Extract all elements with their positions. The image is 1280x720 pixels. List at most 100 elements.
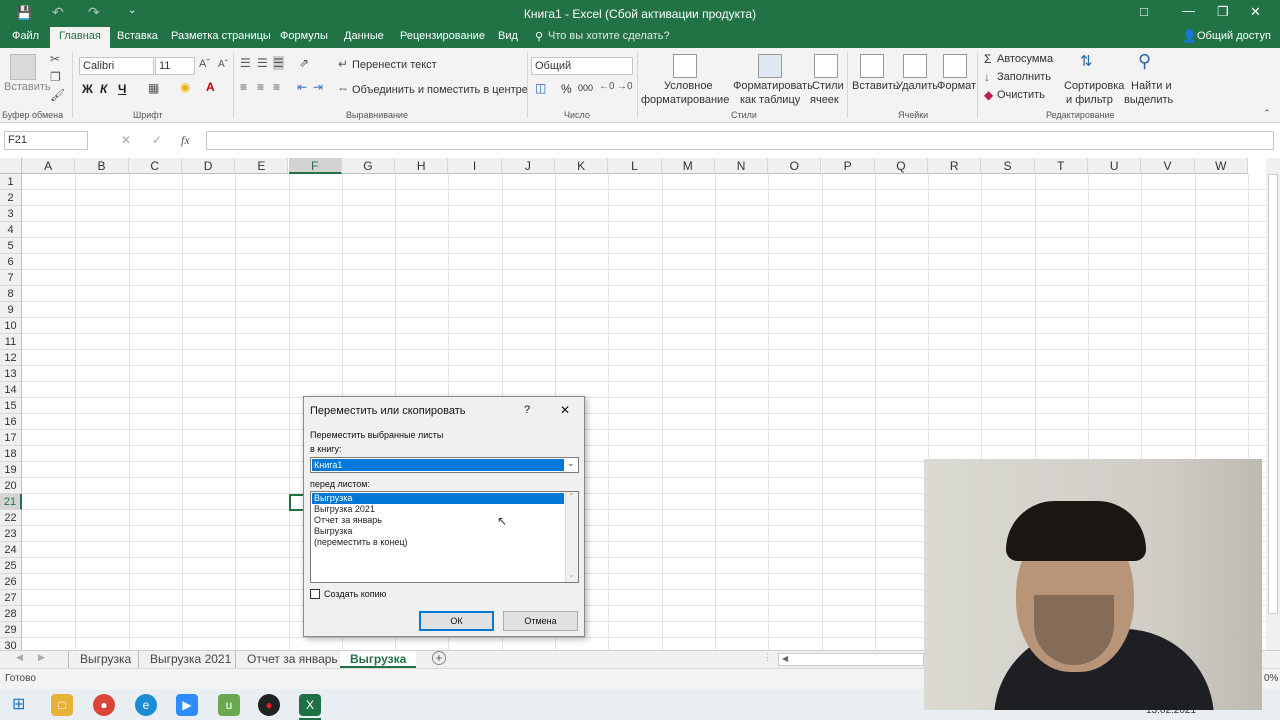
font-color-icon[interactable]: A bbox=[206, 80, 215, 94]
increase-indent-icon[interactable]: ⇥ bbox=[313, 80, 323, 94]
row-header-3[interactable]: 3 bbox=[0, 206, 22, 222]
row-header-10[interactable]: 10 bbox=[0, 318, 22, 334]
column-header-i[interactable]: I bbox=[448, 158, 502, 174]
column-header-u[interactable]: U bbox=[1088, 158, 1142, 174]
row-header-4[interactable]: 4 bbox=[0, 222, 22, 238]
recorder-icon[interactable]: ● bbox=[258, 694, 280, 716]
underline-button[interactable]: Ч bbox=[118, 82, 126, 96]
before-sheet-list[interactable]: Выгрузка Выгрузка 2021 Отчет за январь В… bbox=[310, 491, 579, 583]
tab-home[interactable]: Главная bbox=[50, 27, 110, 48]
row-header-27[interactable]: 27 bbox=[0, 590, 22, 606]
list-scrollbar[interactable]: ⌃ ⌄ bbox=[565, 492, 578, 582]
row-header-7[interactable]: 7 bbox=[0, 270, 22, 286]
borders-icon[interactable]: ▦ bbox=[148, 81, 159, 95]
row-header-19[interactable]: 19 bbox=[0, 462, 22, 478]
chevron-down-icon[interactable]: ⌄ bbox=[567, 458, 575, 469]
tab-data[interactable]: Данные bbox=[344, 30, 384, 42]
row-header-1[interactable]: 1 bbox=[0, 174, 22, 190]
decrease-decimal-icon[interactable]: →0 bbox=[617, 81, 633, 92]
column-header-j[interactable]: J bbox=[501, 158, 555, 174]
tab-split-handle[interactable]: ⋮ bbox=[763, 652, 772, 663]
row-header-11[interactable]: 11 bbox=[0, 334, 22, 350]
dialog-close-button[interactable]: ✕ bbox=[560, 403, 570, 417]
share-button[interactable]: Общий доступ bbox=[1197, 30, 1271, 42]
decrease-indent-icon[interactable]: ⇤ bbox=[297, 80, 307, 94]
format-as-table-line2[interactable]: как таблицу bbox=[740, 94, 800, 106]
row-header-12[interactable]: 12 bbox=[0, 350, 22, 366]
sheet-tab[interactable]: Выгрузка 2021 bbox=[138, 651, 242, 668]
add-sheet-icon[interactable]: + bbox=[432, 651, 446, 665]
insert-function-icon[interactable]: fx bbox=[181, 133, 190, 148]
font-size-select[interactable]: 11 bbox=[155, 57, 195, 75]
edge-icon[interactable]: e bbox=[135, 694, 157, 716]
copy-icon[interactable]: ❐ bbox=[50, 70, 61, 84]
row-header-24[interactable]: 24 bbox=[0, 542, 22, 558]
column-header-o[interactable]: O bbox=[768, 158, 822, 174]
column-header-t[interactable]: T bbox=[1034, 158, 1088, 174]
sort-filter-line1[interactable]: Сортировка bbox=[1064, 80, 1124, 92]
align-right-icon[interactable]: ≡ bbox=[273, 80, 280, 94]
align-center-icon[interactable]: ≡ bbox=[257, 80, 264, 94]
column-header-s[interactable]: S bbox=[981, 158, 1035, 174]
file-explorer-icon[interactable]: □ bbox=[51, 694, 73, 716]
tell-me-search[interactable]: Что вы хотите сделать? bbox=[548, 30, 670, 42]
name-box[interactable]: F21 bbox=[4, 131, 88, 150]
row-header-26[interactable]: 26 bbox=[0, 574, 22, 590]
insert-cells-button[interactable]: Вставить bbox=[852, 80, 899, 92]
column-header-h[interactable]: H bbox=[395, 158, 449, 174]
row-header-9[interactable]: 9 bbox=[0, 302, 22, 318]
utorrent-icon[interactable]: u bbox=[218, 694, 240, 716]
zoom-level[interactable]: 0% bbox=[1264, 673, 1278, 684]
column-header-d[interactable]: D bbox=[181, 158, 236, 174]
currency-icon[interactable]: ◫ bbox=[535, 81, 546, 95]
tab-page-layout[interactable]: Разметка страницы bbox=[171, 30, 271, 42]
horizontal-scrollbar[interactable]: ◀ bbox=[778, 653, 924, 666]
row-header-25[interactable]: 25 bbox=[0, 558, 22, 574]
row-header-5[interactable]: 5 bbox=[0, 238, 22, 254]
list-item[interactable]: Выгрузка 2021 bbox=[314, 504, 375, 515]
row-header-15[interactable]: 15 bbox=[0, 398, 22, 414]
vertical-scrollbar[interactable] bbox=[1266, 158, 1280, 650]
row-header-18[interactable]: 18 bbox=[0, 446, 22, 462]
align-left-icon[interactable]: ≡ bbox=[240, 80, 247, 94]
row-header-21[interactable]: 21 bbox=[0, 494, 22, 510]
row-header-30[interactable]: 30 bbox=[0, 638, 22, 650]
tab-file[interactable]: Файл bbox=[12, 30, 39, 42]
cut-icon[interactable]: ✂ bbox=[50, 52, 60, 66]
column-header-f[interactable]: F bbox=[288, 158, 342, 174]
merge-center-button[interactable]: Объединить и поместить в центре bbox=[352, 84, 528, 96]
wrap-text-button[interactable]: Перенести текст bbox=[352, 59, 437, 71]
column-header-k[interactable]: K bbox=[555, 158, 609, 174]
increase-decimal-icon[interactable]: ←0 bbox=[599, 81, 615, 92]
align-bottom-icon[interactable]: ☰ bbox=[273, 56, 284, 70]
align-middle-icon[interactable]: ☰ bbox=[257, 56, 268, 70]
bold-button[interactable]: Ж bbox=[82, 82, 93, 96]
tab-formulas[interactable]: Формулы bbox=[280, 30, 328, 42]
align-top-icon[interactable]: ☰ bbox=[240, 56, 251, 70]
paste-icon[interactable] bbox=[10, 54, 36, 80]
clear-button[interactable]: Очистить bbox=[997, 89, 1045, 101]
row-header-17[interactable]: 17 bbox=[0, 430, 22, 446]
find-select-line2[interactable]: выделить bbox=[1124, 94, 1173, 106]
row-header-14[interactable]: 14 bbox=[0, 382, 22, 398]
column-header-c[interactable]: C bbox=[128, 158, 182, 174]
format-painter-icon[interactable]: 🖌 bbox=[50, 88, 65, 102]
restore-icon[interactable]: ❐ bbox=[1217, 4, 1229, 20]
tab-review[interactable]: Рецензирование bbox=[400, 30, 485, 42]
chrome-icon[interactable]: ● bbox=[93, 694, 115, 716]
number-format-select[interactable]: Общий bbox=[531, 57, 633, 75]
fill-color-icon[interactable]: ◉ bbox=[180, 80, 190, 94]
column-header-p[interactable]: P bbox=[821, 158, 875, 174]
zoom-icon[interactable]: ▶ bbox=[176, 694, 198, 716]
minimize-icon[interactable]: — bbox=[1182, 3, 1195, 18]
cell-styles-line2[interactable]: ячеек bbox=[810, 94, 839, 106]
row-header-16[interactable]: 16 bbox=[0, 414, 22, 430]
windows-start-icon[interactable]: ⊞ bbox=[12, 694, 25, 714]
row-header-22[interactable]: 22 bbox=[0, 510, 22, 526]
dialog-help-button[interactable]: ? bbox=[524, 404, 530, 416]
next-sheet-icon[interactable]: ▶ bbox=[38, 652, 45, 663]
book-select[interactable]: Книга1 ⌄ bbox=[310, 457, 579, 473]
column-header-e[interactable]: E bbox=[235, 158, 289, 174]
row-header-13[interactable]: 13 bbox=[0, 366, 22, 382]
confirm-entry-icon[interactable]: ✓ bbox=[152, 133, 162, 147]
